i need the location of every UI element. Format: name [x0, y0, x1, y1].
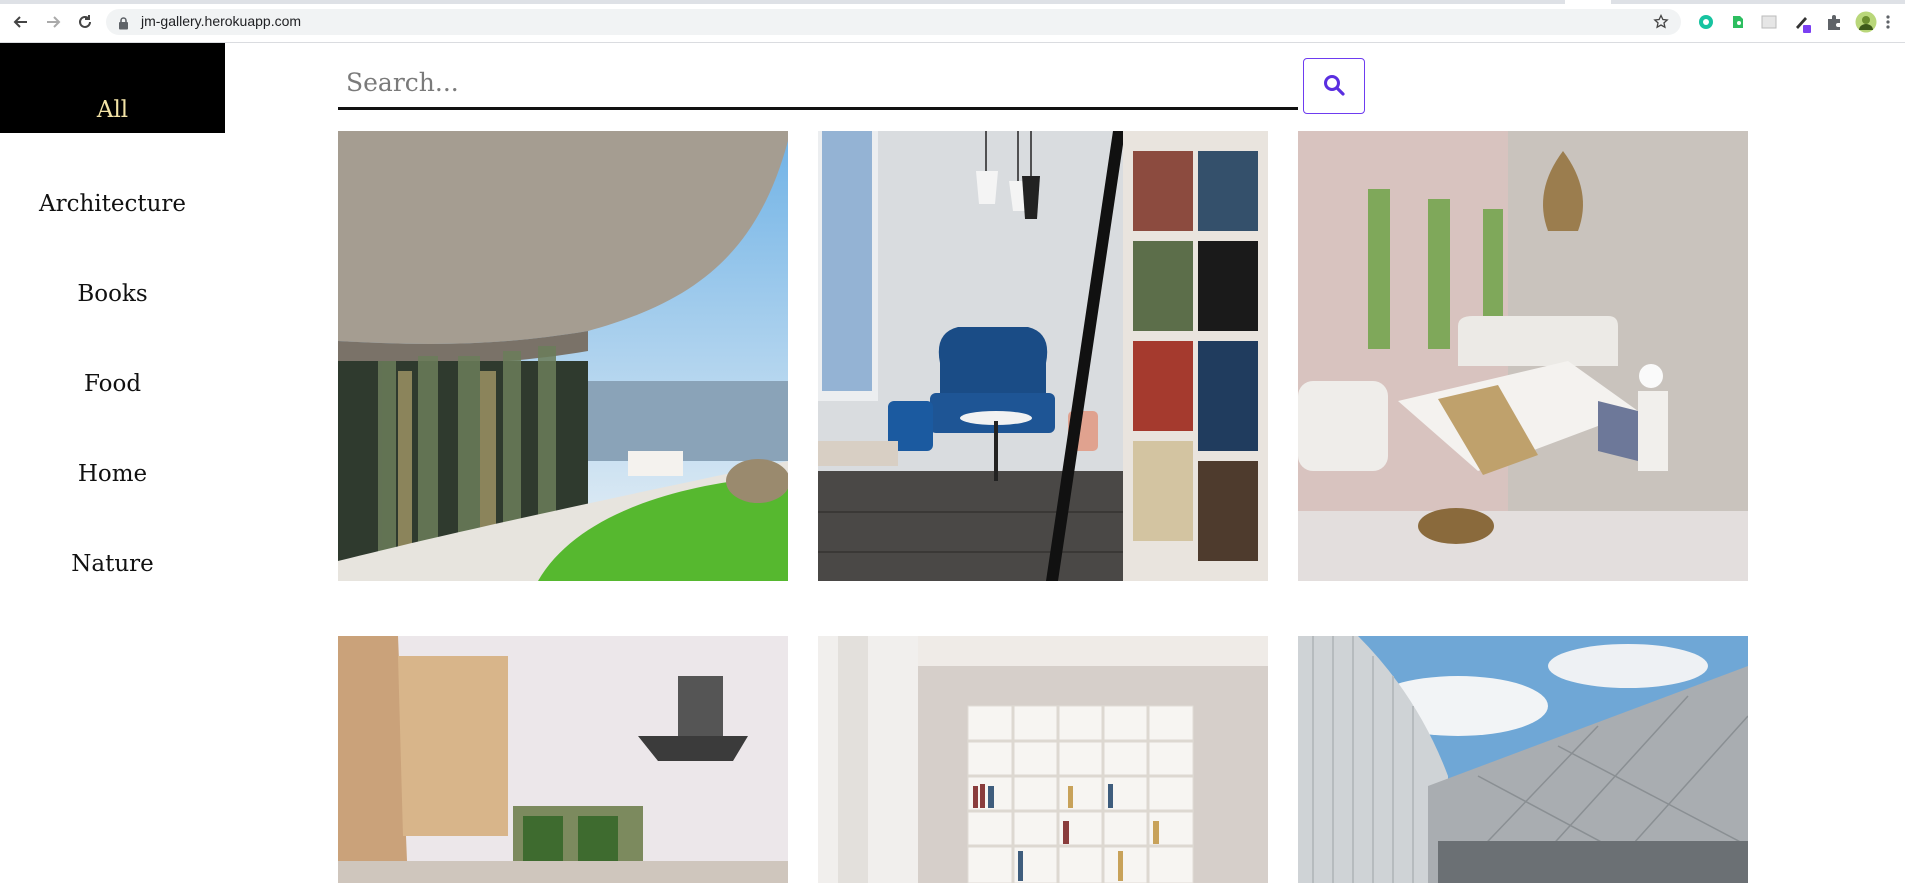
pen-extension-icon[interactable] [1793, 13, 1811, 33]
forward-icon[interactable] [44, 13, 62, 31]
back-icon[interactable] [12, 13, 30, 31]
extension-grid-icon[interactable] [1760, 13, 1778, 31]
tab-strip [0, 0, 1905, 4]
gallery-image-facade[interactable] [1298, 636, 1748, 883]
more-menu-icon[interactable] [1885, 13, 1891, 31]
category-architecture[interactable]: Architecture [0, 187, 225, 221]
lock-icon [118, 15, 129, 34]
search-button[interactable] [1303, 58, 1365, 114]
browser-chrome: jm-gallery.herokuapp.com [0, 0, 1905, 43]
url-text: jm-gallery.herokuapp.com [141, 13, 302, 29]
gallery-image-architecture[interactable] [338, 131, 788, 581]
category-home[interactable]: Home [0, 457, 225, 491]
bookmark-star-icon[interactable] [1653, 13, 1669, 34]
category-nature[interactable]: Nature [0, 547, 225, 581]
profile-avatar[interactable] [1855, 11, 1877, 33]
address-bar[interactable]: jm-gallery.herokuapp.com [106, 9, 1681, 35]
search-icon [1322, 73, 1346, 100]
extension-green-circle-icon[interactable] [1697, 13, 1715, 31]
gallery-image-library-room[interactable] [818, 131, 1268, 581]
category-books[interactable]: Books [0, 277, 225, 311]
search-input[interactable] [338, 58, 1298, 110]
reload-icon[interactable] [76, 13, 94, 31]
category-all[interactable]: All [0, 43, 225, 133]
gallery-image-bedroom[interactable] [1298, 131, 1748, 581]
category-food[interactable]: Food [0, 367, 225, 401]
evernote-icon[interactable] [1729, 13, 1747, 31]
gallery-image-kitchen[interactable] [338, 636, 788, 883]
extensions-puzzle-icon[interactable] [1825, 13, 1843, 31]
gallery-image-bookshelf[interactable] [818, 636, 1268, 883]
